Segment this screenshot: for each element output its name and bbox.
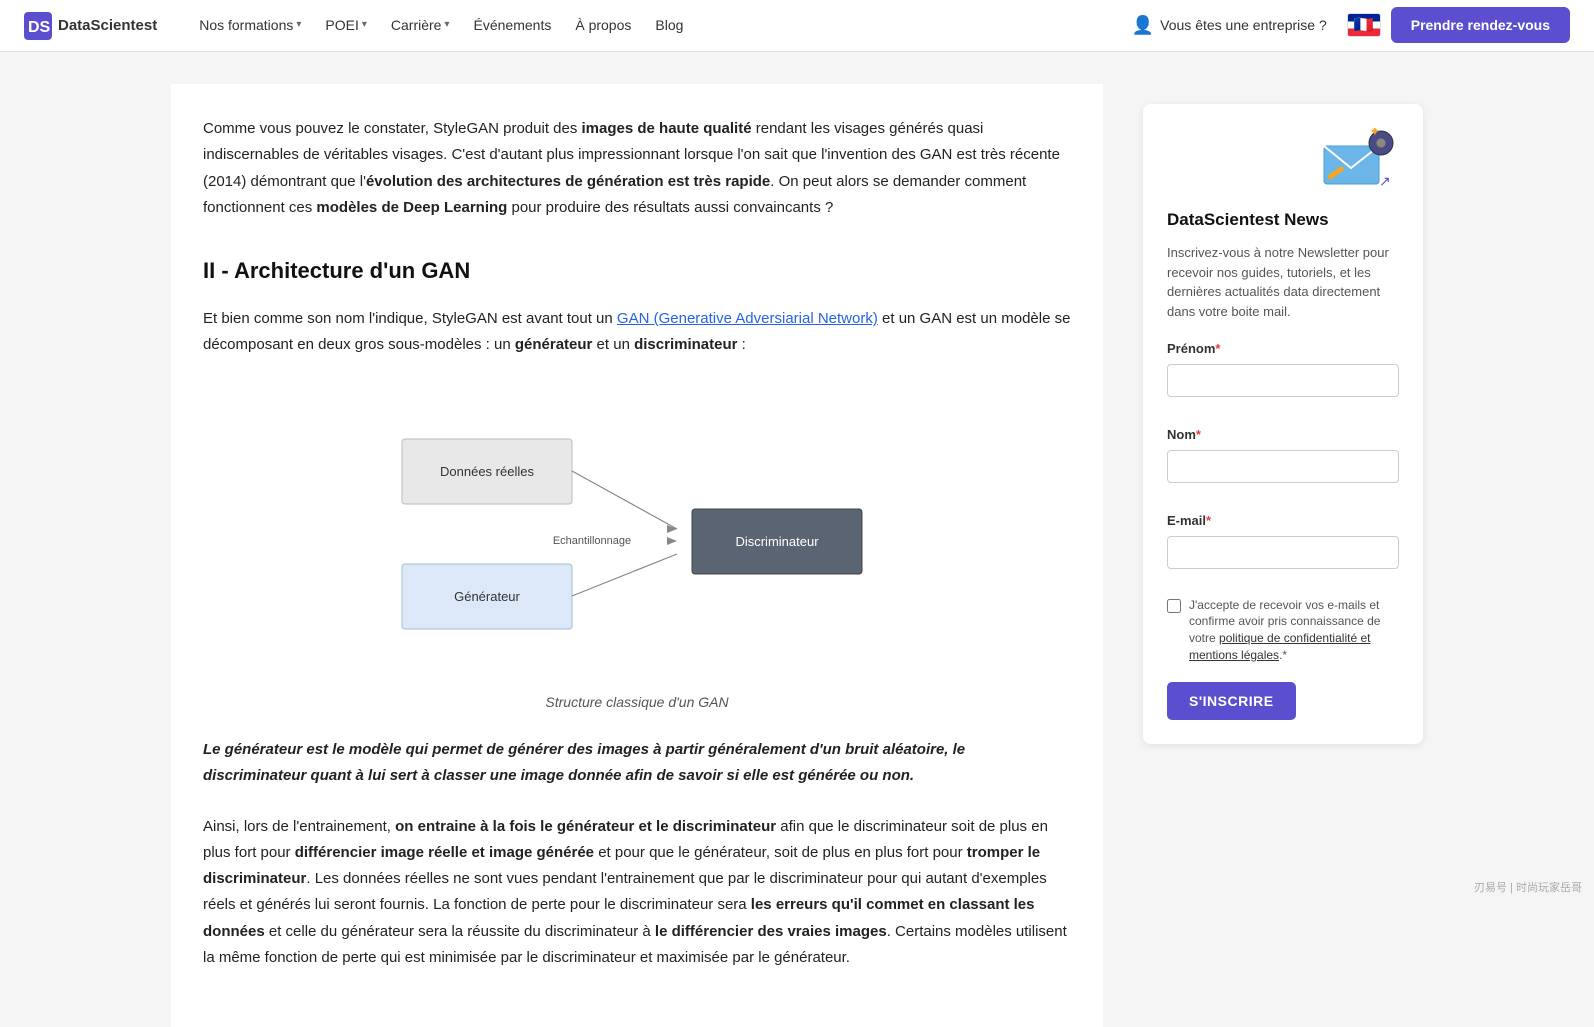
nav-right: 👤 Vous êtes une entreprise ? 🇫🇷 Prendre … [1122,5,1570,46]
email-input[interactable] [1167,536,1399,569]
svg-text:Echantillonnage: Echantillonnage [553,535,631,547]
intro-paragraph: Comme vous pouvez le constater, StyleGAN… [203,116,1071,221]
svg-text:Générateur: Générateur [454,589,520,604]
consent-row: J'accepte de recevoir vos e-mails et con… [1167,597,1399,664]
consent-label: J'accepte de recevoir vos e-mails et con… [1189,597,1399,664]
prenom-group: Prénom* [1167,339,1399,411]
body-text-1: Et bien comme son nom l'indique, StyleGA… [203,306,1071,359]
navbar: DS DataScientest Nos formations ▾ POEI ▾… [0,0,1594,52]
nav-item-blog[interactable]: Blog [645,8,693,42]
policy-link[interactable]: politique de confidentialité et mentions… [1189,631,1370,662]
newsletter-icon-wrap: ✦ ↗ [1167,128,1399,198]
newsletter-card: ✦ ↗ DataScientest News Inscrivez-vous à … [1143,104,1423,744]
sidebar-title: DataScientest News [1167,206,1399,233]
nav-item-formations[interactable]: Nos formations ▾ [189,8,311,42]
sidebar-description: Inscrivez-vous à notre Newsletter pour r… [1167,243,1399,321]
nom-label: Nom* [1167,425,1399,446]
svg-text:Données réelles: Données réelles [440,464,534,479]
logo-text: DataScientest [58,14,157,38]
quote-block: Le générateur est le modèle qui permet d… [203,737,1071,790]
svg-text:✦: ✦ [1369,128,1381,139]
svg-text:↗: ↗ [1379,173,1391,189]
email-group: E-mail* [1167,511,1399,583]
diagram-caption: Structure classique d'un GAN [545,691,728,713]
nav-item-evenements[interactable]: Événements [464,8,562,42]
svg-text:DS: DS [28,19,51,36]
nav-item-carriere[interactable]: Carrière ▾ [381,8,460,42]
submit-button[interactable]: S'INSCRIRE [1167,682,1296,720]
nav-links: Nos formations ▾ POEI ▾ Carrière ▾ Événe… [189,8,1122,42]
nom-group: Nom* [1167,425,1399,497]
gan-diagram: Données réelles Générateur Discriminateu… [203,383,1071,713]
chevron-down-icon: ▾ [296,17,301,33]
enterprise-link[interactable]: 👤 Vous êtes une entreprise ? [1122,5,1337,46]
body-text-2: Ainsi, lors de l'entrainement, on entrai… [203,814,1071,972]
nav-item-apropos[interactable]: À propos [565,8,641,42]
section-heading: II - Architecture d'un GAN [203,253,1071,288]
consent-checkbox[interactable] [1167,599,1181,613]
main-content: Comme vous pouvez le constater, StyleGAN… [171,84,1103,1027]
nav-item-poei[interactable]: POEI ▾ [315,8,377,42]
watermark: 刃易号 | 时尚玩家岳哥 [1474,880,1582,898]
gan-link[interactable]: GAN (Generative Adversiarial Network) [617,310,878,327]
logo[interactable]: DS DataScientest [24,12,157,40]
enterprise-icon: 👤 [1132,11,1154,40]
sidebar: ✦ ↗ DataScientest News Inscrivez-vous à … [1143,104,1423,744]
email-label: E-mail* [1167,511,1399,532]
language-selector[interactable]: 🇫🇷 [1347,13,1381,37]
prenom-input[interactable] [1167,364,1399,397]
prenom-label: Prénom* [1167,339,1399,360]
cta-rendez-vous[interactable]: Prendre rendez-vous [1391,7,1570,43]
chevron-down-icon: ▾ [444,17,449,33]
chevron-down-icon: ▾ [362,17,367,33]
svg-text:Discriminateur: Discriminateur [735,534,819,549]
nom-input[interactable] [1167,450,1399,483]
